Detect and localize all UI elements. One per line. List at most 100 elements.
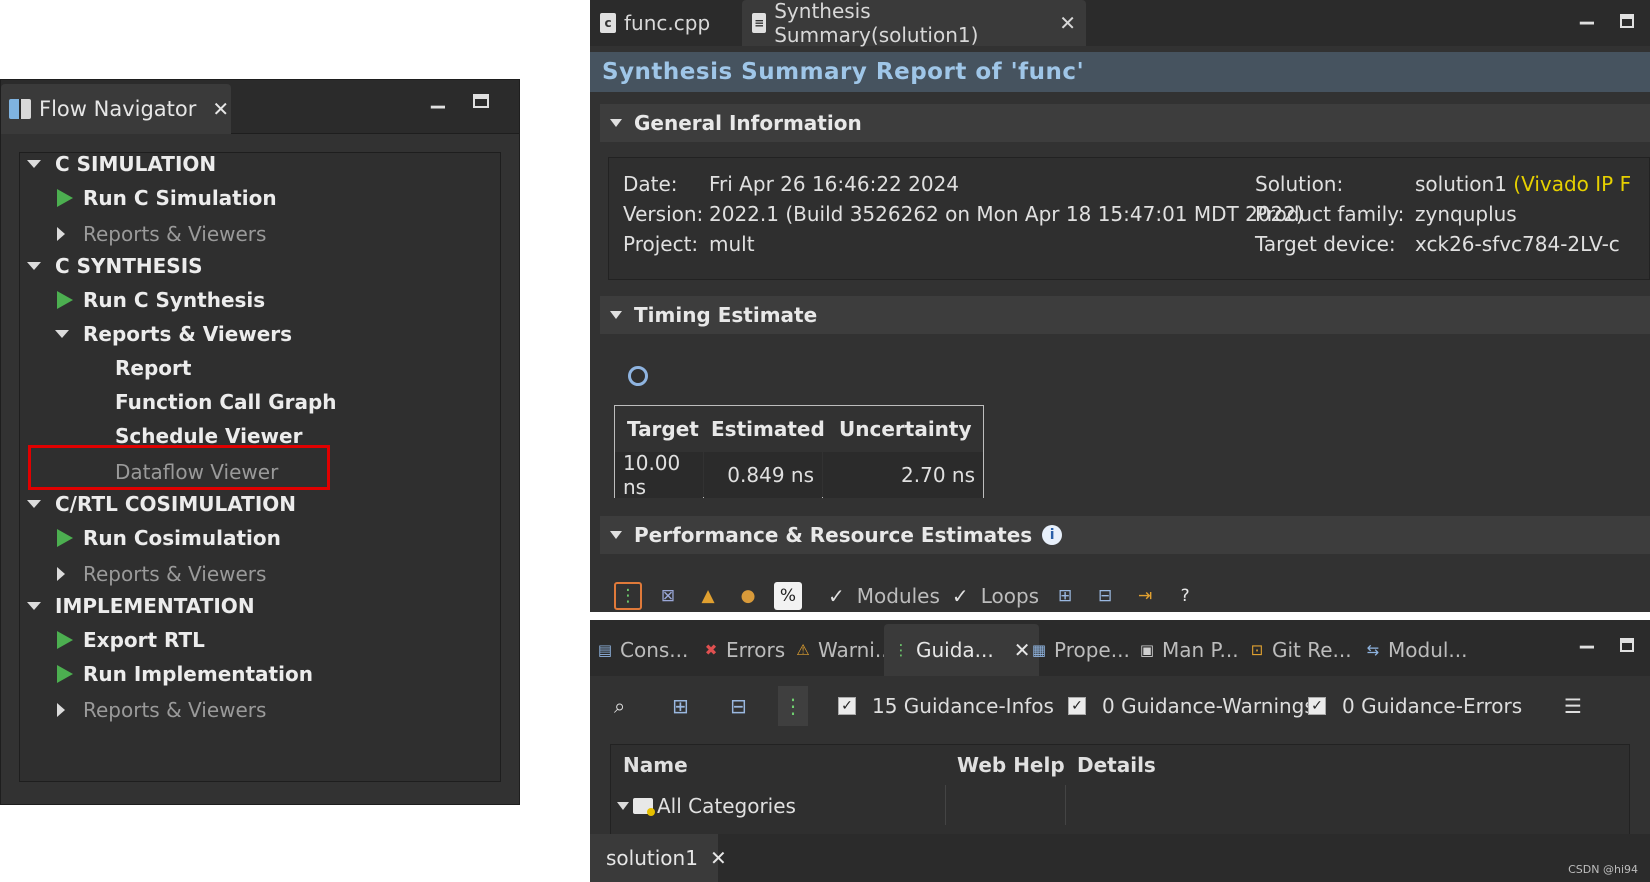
loops-label: Loops	[980, 584, 1040, 608]
report-file-icon: ≡	[752, 13, 767, 33]
date-value: Fri Apr 26 16:46:22 2024	[709, 172, 960, 196]
tab-guida[interactable]: ⋮ Guida... ✕	[884, 624, 1039, 676]
modules-checkbox[interactable]: ✓	[828, 584, 845, 608]
flow-navigator-tab[interactable]: Flow Navigator ✕	[1, 84, 231, 134]
flow-navigator-title: Flow Navigator	[39, 97, 197, 121]
modules-label: Modules	[856, 584, 940, 608]
section-general-information[interactable]: General Information	[600, 104, 1650, 142]
tab-modul[interactable]: ⇆ Modul...	[1364, 624, 1468, 676]
expand-all-icon[interactable]: ⊞	[672, 686, 689, 726]
nav-item-function-call-graph[interactable]: Function Call Graph	[115, 385, 337, 419]
tab-func-cpp[interactable]: c func.cpp	[590, 0, 740, 46]
tab-manp[interactable]: ▣ Man P...	[1138, 624, 1239, 676]
tab-label: Modul...	[1388, 638, 1468, 662]
checkbox-icon[interactable]: ✓	[838, 697, 856, 715]
warning-icon: ⚠	[796, 641, 810, 659]
jump-icon[interactable]: ⇥	[1131, 582, 1159, 610]
settings-list-icon[interactable]: ☰	[1564, 686, 1582, 726]
guidance-errors-filter[interactable]: ✓ 0 Guidance-Errors	[1308, 686, 1522, 726]
cpp-file-icon: c	[600, 13, 616, 33]
close-icon[interactable]: ✕	[1014, 638, 1031, 662]
project-value: mult	[709, 232, 755, 256]
nav-item-export-rtl[interactable]: Export RTL	[57, 623, 205, 657]
minimize-icon[interactable]: ▁	[1580, 4, 1594, 25]
hint-icon[interactable]: ●	[734, 582, 762, 610]
help-icon[interactable]: ?	[1171, 582, 1199, 610]
nav-item-run-c-simulation[interactable]: Run C Simulation	[57, 181, 277, 215]
minimize-icon[interactable]: ▁	[1580, 628, 1594, 649]
tab-warni[interactable]: ⚠ Warni...	[794, 624, 894, 676]
hierarchy-icon[interactable]: ⋮	[778, 686, 808, 726]
target-value: 10.00 ns	[615, 451, 703, 499]
tab-synthesis-summary[interactable]: ≡ Synthesis Summary(solution1) ✕	[742, 0, 1086, 47]
search-icon[interactable]: ⌕	[614, 686, 625, 726]
table-row[interactable]: All Categories	[617, 789, 796, 823]
maximize-icon[interactable]	[473, 94, 489, 108]
timing-settings-icon[interactable]	[628, 366, 648, 386]
report-title: Synthesis Summary Report of 'func'	[590, 52, 1650, 92]
nav-item-reports-viewers[interactable]: Reports & Viewers	[57, 217, 266, 251]
close-icon[interactable]: ✕	[1059, 11, 1076, 35]
tab-label: Synthesis Summary(solution1)	[774, 0, 979, 47]
info-icon[interactable]: i	[1042, 525, 1063, 545]
nav-item-run-implementation[interactable]: Run Implementation	[57, 657, 313, 691]
nav-item-c-rtl-cosimulation[interactable]: C/RTL COSIMULATION	[27, 487, 296, 521]
tab-errors[interactable]: ✖ Errors	[702, 624, 785, 676]
nav-item-c-synthesis[interactable]: C SYNTHESIS	[27, 249, 203, 283]
tab-label: Cons...	[620, 638, 689, 662]
expand-all-icon[interactable]: ⊞	[1051, 582, 1079, 610]
column-web-help[interactable]: Web Help	[957, 745, 1065, 785]
git-icon: ⊡	[1250, 641, 1264, 659]
collapse-icon	[57, 567, 65, 581]
nav-item-report[interactable]: Report	[115, 351, 191, 385]
guidance-infos-filter[interactable]: ✓ 15 Guidance-Infos	[838, 686, 1054, 726]
schematic-icon[interactable]: ⊠	[654, 582, 682, 610]
tab-gitre[interactable]: ⊡ Git Re...	[1248, 624, 1352, 676]
tab-prope[interactable]: ▦ Prope...	[1030, 624, 1130, 676]
checkbox-icon[interactable]: ✓	[1068, 697, 1086, 715]
flow-navigator-panel: Flow Navigator ✕ ▁ C SIMULATION Run C Sim…	[0, 79, 520, 805]
nav-item-label: Reports & Viewers	[83, 322, 293, 346]
hierarchy-icon[interactable]: ⋮	[614, 582, 642, 610]
nav-item-c-simulation[interactable]: C SIMULATION	[27, 147, 216, 181]
percent-icon[interactable]: %	[774, 582, 802, 610]
bottom-tabbar: ▁ ▤ Cons... ✖ Errors ⚠ Warni... ⋮ Guida... ✕ ▦ Pro…	[590, 620, 1650, 676]
uncertainty-value: 2.70 ns	[823, 452, 983, 498]
tab-cons[interactable]: ▤ Cons...	[596, 624, 688, 676]
tab-solution1[interactable]: solution1 ✕	[590, 834, 727, 882]
project-label: Project:	[623, 232, 699, 256]
guidance-warnings-filter[interactable]: ✓ 0 Guidance-Warnings	[1068, 686, 1315, 726]
minimize-icon[interactable]: ▁	[431, 88, 445, 109]
nav-item-implementation[interactable]: IMPLEMENTATION	[27, 589, 255, 623]
editor-tabbar: c func.cpp ≡ Synthesis Summary(solution1…	[590, 0, 1650, 47]
tab-label: Man P...	[1162, 638, 1239, 662]
section-timing-estimate[interactable]: Timing Estimate	[600, 296, 1650, 334]
nav-item-reports-viewers[interactable]: Reports & Viewers	[57, 693, 266, 727]
maximize-icon[interactable]	[1620, 14, 1634, 28]
tab-label: Warni...	[818, 638, 894, 662]
general-info-box: Date: Fri Apr 26 16:46:22 2024 Version: …	[608, 157, 1650, 280]
tab-label: Guida...	[916, 638, 994, 662]
collapse-all-icon[interactable]: ⊟	[730, 686, 747, 726]
close-icon[interactable]: ✕	[212, 97, 229, 121]
expand-icon	[27, 160, 41, 168]
collapse-all-icon[interactable]: ⊟	[1091, 582, 1119, 610]
nav-item-reports-viewers[interactable]: Reports & Viewers	[57, 557, 266, 591]
checkbox-icon[interactable]: ✓	[1308, 697, 1326, 715]
section-heading: Timing Estimate	[634, 303, 818, 327]
warning-icon[interactable]: ▲	[694, 582, 722, 610]
maximize-icon[interactable]	[1620, 638, 1634, 652]
nav-item-reports-viewers[interactable]: Reports & Viewers	[55, 317, 292, 351]
column-name[interactable]: Name	[623, 745, 688, 785]
header-uncertainty: Uncertainty	[839, 417, 972, 441]
collapse-icon	[57, 703, 65, 717]
timing-table: Target Estimated Uncertainty 10.00 ns 0.…	[614, 405, 984, 499]
nav-item-run-cosimulation[interactable]: Run Cosimulation	[57, 521, 281, 555]
section-performance-resource[interactable]: Performance & Resource Estimates i	[600, 516, 1650, 554]
solution-value: solution1 (Vivado IP F	[1415, 172, 1632, 196]
loops-checkbox[interactable]: ✓	[952, 584, 969, 608]
nav-item-label: Run Implementation	[83, 662, 313, 686]
column-details[interactable]: Details	[1077, 745, 1156, 785]
nav-item-run-c-synthesis[interactable]: Run C Synthesis	[57, 283, 265, 317]
close-icon[interactable]: ✕	[710, 846, 727, 870]
